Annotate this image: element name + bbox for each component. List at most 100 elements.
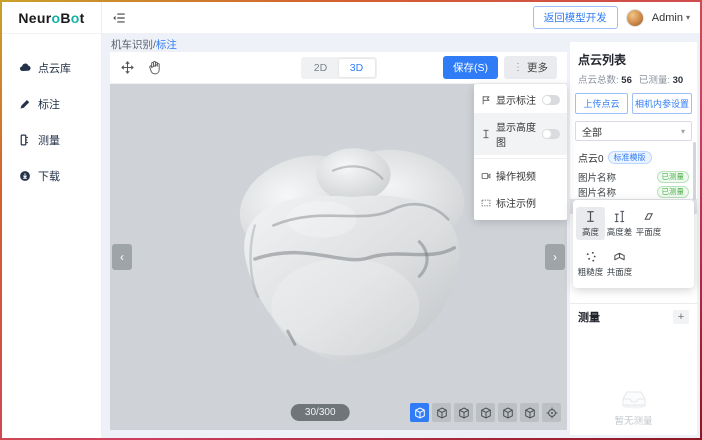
view-top-button[interactable] [520, 403, 539, 422]
height-icon [481, 129, 491, 139]
recenter-view-button[interactable] [542, 403, 561, 422]
cube-icon [502, 407, 514, 419]
vertical-dots-icon: ⋮ [513, 62, 523, 73]
tool-coplanarity[interactable]: 共面度 [605, 247, 634, 280]
sidebar-item-download[interactable]: 下载 [2, 158, 101, 194]
sidebar-nav: 点云库 标注 测量 下载 [2, 34, 101, 194]
ruler-icon [19, 134, 31, 146]
logo-text: B [60, 10, 70, 26]
hand-tool-icon[interactable] [147, 60, 162, 75]
show-heightmap-toggle[interactable] [542, 129, 560, 139]
tool-flatness[interactable]: 平面度 [634, 207, 663, 240]
user-menu[interactable]: Admin▾ [652, 12, 690, 24]
video-icon [481, 171, 491, 181]
tool-height-difference[interactable]: 高度差 [605, 207, 634, 240]
image-counter: 30/300 [291, 404, 350, 421]
panel-stats: 点云总数: 56 已测量: 30 [570, 72, 697, 93]
upload-pointcloud-button[interactable]: 上传点云 [575, 93, 628, 114]
empty-state: 暂无测量 [570, 330, 697, 435]
panel-title: 点云列表 [570, 42, 697, 72]
next-image-arrow[interactable]: › [545, 244, 565, 270]
empty-tray-icon [619, 386, 649, 410]
sidebar-item-label: 点云库 [38, 60, 71, 76]
topbar-right: 返回模型开发 Admin▾ [533, 6, 690, 29]
cube-icon [436, 407, 448, 419]
tab-3d[interactable]: 3D [339, 59, 375, 77]
workspace-column: 机车识别/标注 2D 3D 保存(S) [102, 34, 570, 438]
height-difference-icon [613, 210, 626, 223]
pointcloud-panel: 点云列表 点云总数: 56 已测量: 30 上传点云 相机内参设置 全部 ▾ 点… [570, 42, 697, 435]
move-tool-icon[interactable] [120, 60, 135, 75]
username: Admin [652, 12, 683, 24]
breadcrumb-parent[interactable]: 机车识别 [111, 39, 153, 51]
image-list-item[interactable]: 图片名称 已测量 [570, 169, 697, 184]
logo-text: Neur [18, 10, 51, 26]
save-button[interactable]: 保存(S) [443, 56, 498, 79]
tool-height[interactable]: 高度 [576, 207, 605, 240]
view-isometric-button[interactable] [410, 403, 429, 422]
tool-roughness[interactable]: 粗糙度 [576, 247, 605, 280]
view-cube-buttons [410, 403, 561, 422]
avatar[interactable] [626, 9, 644, 27]
menu-item-show-annotation[interactable]: 显示标注 [474, 86, 567, 113]
view-left-button[interactable] [476, 403, 495, 422]
breadcrumb: 机车识别/标注 [102, 34, 570, 49]
top-bar: 返回模型开发 Admin▾ [102, 2, 700, 34]
content-area: 机车识别/标注 2D 3D 保存(S) [102, 34, 700, 438]
menu-item-label: 操作视频 [496, 168, 536, 183]
tab-2d[interactable]: 2D [303, 59, 339, 77]
viewer-toolbar: 2D 3D 保存(S) ⋮更多 [110, 52, 567, 84]
brand-logo: NeuroBot [2, 2, 101, 34]
more-button[interactable]: ⋮更多 [504, 56, 557, 79]
empty-text: 暂无测量 [614, 413, 652, 427]
cloud-group-row[interactable]: 点云0 标准模版 [570, 148, 697, 169]
add-measurement-button[interactable]: + [673, 310, 689, 324]
toolbar-icons [120, 60, 162, 75]
image-list-item[interactable]: 图片名称 已测量 [570, 184, 697, 199]
sidebar-item-measure[interactable]: 测量 [2, 122, 101, 158]
cube-icon [458, 407, 470, 419]
view-back-button[interactable] [454, 403, 473, 422]
back-to-model-dev-button[interactable]: 返回模型开发 [533, 6, 618, 29]
breadcrumb-current: 标注 [156, 39, 177, 51]
menu-item-label: 显示标注 [496, 92, 536, 107]
sidebar-item-pointcloud-library[interactable]: 点云库 [2, 50, 101, 86]
list-scrollbar[interactable] [693, 142, 696, 200]
chevron-down-icon: ▾ [686, 13, 690, 22]
app-window: NeuroBot 点云库 标注 测量 下载 返回 [2, 2, 700, 438]
menu-fold-icon[interactable] [112, 11, 126, 25]
filter-value: 全部 [582, 124, 602, 139]
prev-image-arrow[interactable]: ‹ [112, 244, 132, 270]
frame-icon [481, 198, 491, 208]
view-right-button[interactable] [498, 403, 517, 422]
main-column: 返回模型开发 Admin▾ 机车识别/标注 2D [102, 2, 700, 438]
menu-item-label: 显示高度图 [496, 119, 537, 149]
view-front-button[interactable] [432, 403, 451, 422]
filter-select[interactable]: 全部 ▾ [575, 121, 692, 141]
menu-divider [474, 158, 567, 159]
menu-item-show-heightmap[interactable]: 显示高度图 [474, 113, 567, 155]
logo-o-glyph: o [52, 10, 61, 26]
template-tag: 标准模版 [608, 151, 652, 164]
flag-icon [481, 95, 491, 105]
download-icon [19, 170, 31, 182]
camera-intrinsics-button[interactable]: 相机内参设置 [632, 93, 692, 114]
sidebar-item-annotate[interactable]: 标注 [2, 86, 101, 122]
roughness-icon [584, 250, 597, 263]
height-icon [584, 210, 597, 223]
cube-icon [480, 407, 492, 419]
locate-icon [546, 407, 558, 419]
status-badge: 已测量 [657, 186, 690, 198]
cube-icon [524, 407, 536, 419]
tooth-3d-model[interactable] [224, 132, 471, 371]
cube-icon [414, 407, 426, 419]
stat-measured: 已测量: 30 [639, 72, 683, 86]
sidebar: NeuroBot 点云库 标注 测量 下载 [2, 2, 102, 438]
coplanarity-icon [613, 250, 626, 263]
logo-text: t [80, 10, 85, 26]
show-annotation-toggle[interactable] [542, 95, 560, 105]
menu-item-annotation-example[interactable]: 标注示例 [474, 189, 567, 216]
sidebar-item-label: 下载 [38, 168, 60, 184]
menu-item-operation-video[interactable]: 操作视频 [474, 162, 567, 189]
stat-total: 点云总数: 56 [578, 72, 632, 86]
